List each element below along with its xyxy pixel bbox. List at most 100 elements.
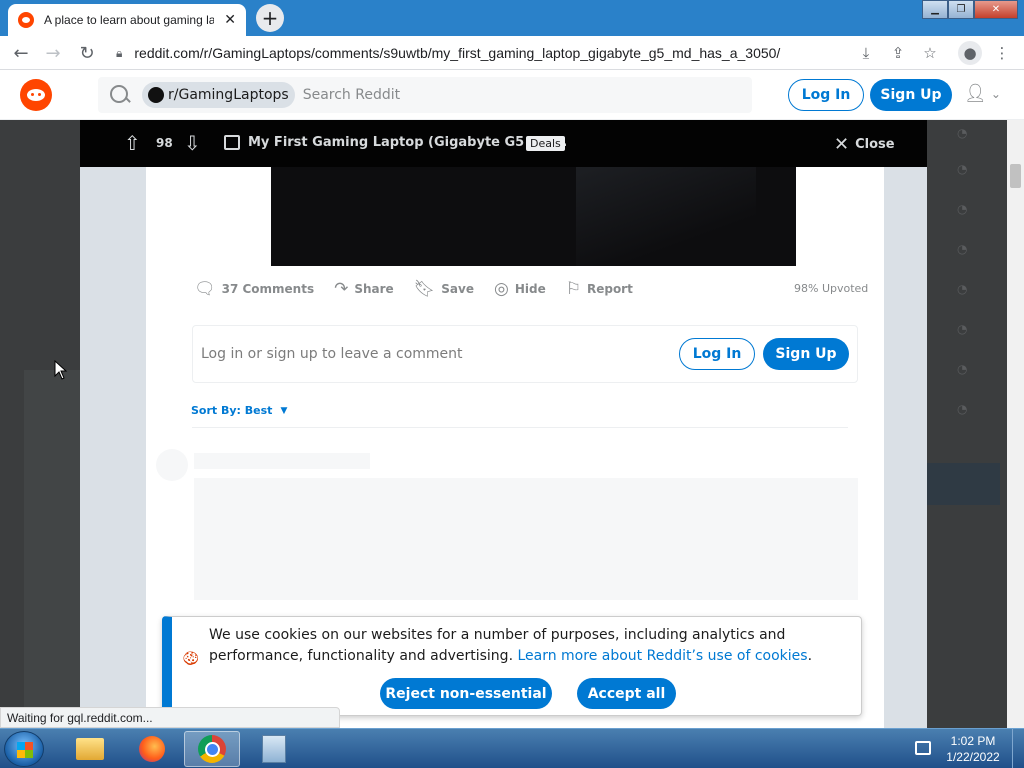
minimize-button[interactable]: ▁ (922, 0, 948, 19)
browser-title-bar: A place to learn about gaming laptops ✕ … (0, 0, 1024, 36)
page-scrollbar[interactable] (1007, 120, 1024, 728)
bookmark-star-icon[interactable]: ☆ (918, 41, 942, 65)
forward-arrow-icon[interactable]: → (40, 40, 66, 66)
reload-icon[interactable]: ↻ (74, 40, 100, 66)
new-tab-button[interactable]: + (256, 4, 284, 32)
profile-icon[interactable]: ● (958, 41, 982, 65)
post-image-shading (576, 167, 756, 266)
reddit-header: r/GamingLaptops Log In Sign Up 👤︎ ⌄ (0, 70, 1024, 120)
post-title: My First Gaming Laptop (Gigabyte G5 MD..… (248, 135, 568, 150)
divider (192, 427, 848, 428)
report-button[interactable]: ⚐ Report (566, 279, 633, 299)
url-text: reddit.com/r/GamingLaptops/comments/s9uw… (134, 45, 781, 61)
upvote-icon[interactable]: ⇧ (124, 131, 141, 155)
chrome-taskbar-icon[interactable] (184, 731, 240, 767)
backdrop-left[interactable] (0, 120, 80, 730)
action-center-flag-icon[interactable] (915, 741, 931, 755)
taskbar-clock[interactable]: 1:02 PM 1/22/2022 (938, 733, 1008, 765)
share-label: Share (354, 282, 394, 296)
search-bar[interactable]: r/GamingLaptops (98, 77, 752, 113)
hide-label: Hide (514, 282, 546, 296)
hide-button[interactable]: ◎ Hide (494, 279, 546, 299)
subreddit-chip[interactable]: r/GamingLaptops (142, 82, 295, 108)
flag-icon: ⚐ (565, 279, 581, 299)
maximize-button[interactable]: ❐ (948, 0, 974, 19)
comment-login-box: Log in or sign up to leave a comment Log… (192, 325, 858, 383)
caret-down-icon: ▼ (280, 405, 288, 416)
backdrop-block (927, 463, 1000, 505)
user-icon: 👤︎ (964, 83, 987, 104)
share-icon: ↷ (334, 279, 349, 299)
show-desktop-button[interactable] (1012, 729, 1024, 768)
comments-label: 37 Comments (221, 282, 315, 296)
faded-icon: ◔ (957, 242, 968, 256)
backdrop-pane (24, 370, 80, 730)
address-bar[interactable]: 🔒︎ reddit.com/r/GamingLaptops/comments/s… (106, 39, 946, 67)
close-label: Close (855, 137, 895, 152)
user-dropdown[interactable]: 👤︎ ⌄ (964, 83, 1001, 104)
backdrop-right[interactable]: ◔ ◔ ◔ ◔ ◔ ◔ ◔ ◔ (927, 120, 1007, 728)
upvote-ratio: 98% Upvoted (794, 282, 869, 295)
install-app-icon[interactable]: ⤓ (854, 41, 878, 65)
post-flair[interactable]: Deals (526, 136, 565, 151)
loading-avatar-placeholder (156, 449, 188, 481)
cookie-banner: 🍪︎ We use cookies on our websites for a … (162, 616, 862, 716)
reddit-favicon-icon (18, 12, 34, 28)
file-explorer-taskbar-icon[interactable] (62, 731, 118, 767)
mouse-cursor-icon (54, 360, 68, 380)
faded-icon: ◔ (957, 202, 968, 216)
reject-cookies-button[interactable]: Reject non-essential (380, 678, 552, 709)
share-page-icon[interactable]: ⇪ (886, 41, 910, 65)
close-icon: ✕ (834, 134, 850, 155)
back-arrow-icon[interactable]: ← (8, 40, 34, 66)
loading-line-placeholder (194, 453, 370, 469)
faded-icon: ◔ (957, 322, 968, 336)
comment-prompt: Log in or sign up to leave a comment (201, 346, 463, 362)
save-label: Save (441, 282, 474, 296)
reddit-logo-icon[interactable] (20, 79, 52, 111)
post-image[interactable] (271, 167, 796, 266)
cookie-text: We use cookies on our websites for a num… (209, 625, 859, 667)
close-button[interactable]: ✕ Close (834, 134, 895, 155)
faded-icon: ◔ (957, 162, 968, 176)
comments-button[interactable]: 🗨︎ 37 Comments (194, 279, 314, 299)
search-input[interactable] (302, 87, 603, 103)
tab-close-icon[interactable]: ✕ (224, 12, 236, 28)
start-button-icon[interactable] (4, 731, 44, 767)
faded-icon: ◔ (957, 282, 968, 296)
windows-taskbar: 1:02 PM 1/22/2022 (0, 728, 1024, 768)
faded-icon: ◔ (957, 362, 968, 376)
window-controls: ▁ ❐ ✕ (922, 0, 1018, 20)
post-score: 98 (156, 136, 173, 150)
bookmark-icon: 🔖︎ (413, 279, 436, 299)
save-button[interactable]: 🔖︎ Save (414, 279, 474, 299)
header-login-button[interactable]: Log In (788, 79, 864, 111)
comment-signup-button[interactable]: Sign Up (763, 338, 849, 370)
eye-slash-icon: ◎ (493, 279, 509, 299)
firefox-taskbar-icon[interactable] (124, 731, 180, 767)
browser-menu-icon[interactable]: ⋮ (990, 41, 1014, 65)
tab-title: A place to learn about gaming laptops (44, 13, 214, 27)
faded-icon: ◔ (957, 126, 968, 140)
search-icon (110, 85, 130, 105)
sort-dropdown[interactable]: Sort By: Best ▼ (191, 404, 287, 417)
header-signup-button[interactable]: Sign Up (870, 79, 952, 111)
sort-label: Sort By: Best (191, 404, 273, 417)
chevron-down-icon: ⌄ (990, 86, 1001, 101)
share-button[interactable]: ↷ Share (334, 279, 394, 299)
cookie-period: . (807, 648, 813, 664)
subreddit-chip-label: r/GamingLaptops (168, 87, 289, 103)
faded-icon: ◔ (957, 402, 968, 416)
cookie-icon: 🍪︎ (182, 651, 200, 667)
cookie-policy-link[interactable]: Learn more about Reddit’s use of cookies (517, 648, 807, 664)
scrollbar-thumb[interactable] (1010, 164, 1021, 188)
report-label: Report (586, 282, 633, 296)
browser-tab[interactable]: A place to learn about gaming laptops ✕ (8, 4, 246, 36)
comment-login-button[interactable]: Log In (679, 338, 755, 370)
subreddit-avatar (148, 87, 164, 103)
accept-cookies-button[interactable]: Accept all (577, 678, 676, 709)
app-taskbar-icon[interactable] (246, 731, 302, 767)
downvote-icon[interactable]: ⇩ (184, 131, 201, 155)
window-close-button[interactable]: ✕ (974, 0, 1018, 19)
clock-date: 1/22/2022 (946, 750, 1000, 764)
